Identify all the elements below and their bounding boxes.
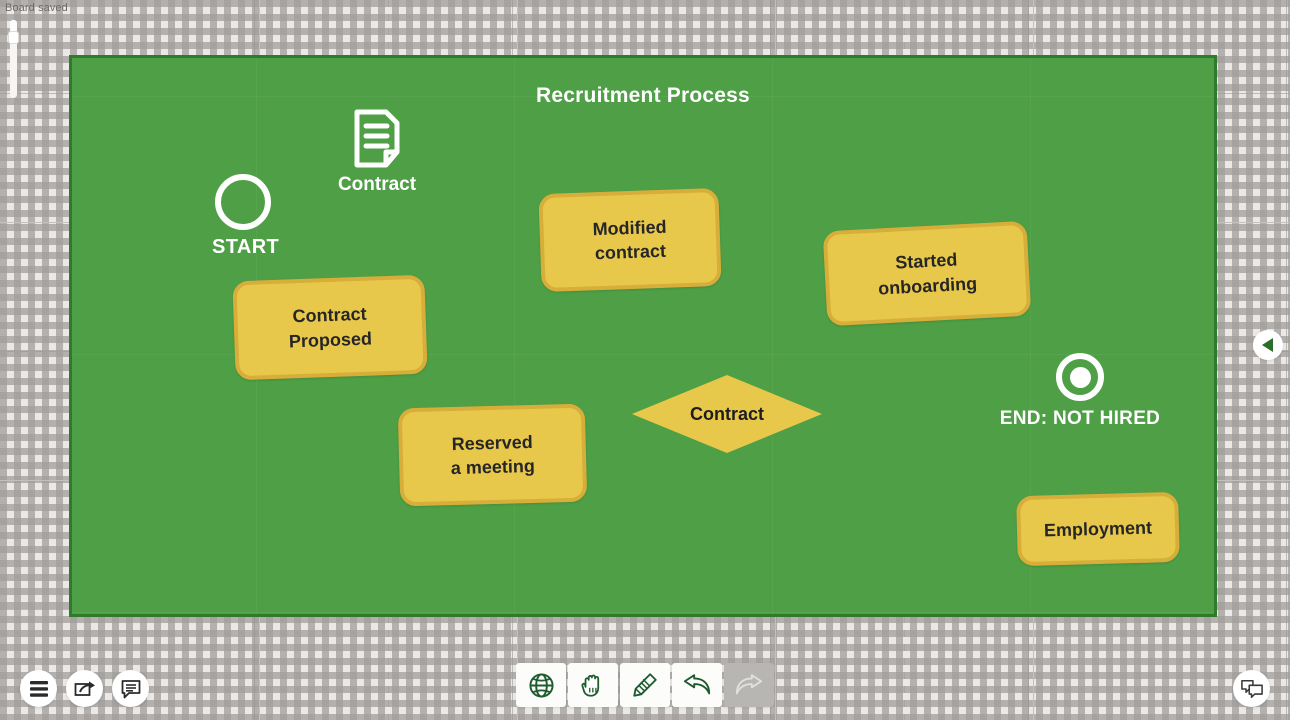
node-started-onboarding-label-line2: onboarding — [877, 272, 978, 299]
zoom-slider-handle[interactable] — [8, 31, 19, 44]
share-icon — [74, 680, 95, 696]
undo-button[interactable] — [672, 663, 722, 707]
triangle-left-icon — [1262, 338, 1273, 352]
node-contract-document[interactable]: Contract — [297, 108, 457, 196]
pencil-icon — [633, 673, 657, 697]
undo-icon — [683, 674, 711, 695]
notes-button[interactable] — [112, 670, 149, 707]
notes-icon — [121, 679, 140, 698]
diagram-frame[interactable]: Recruitment Process START Contract Contr… — [69, 55, 1217, 617]
toolbar-left — [20, 670, 149, 707]
start-event-icon — [215, 174, 271, 230]
whiteboard-app: Board saved Recruitment Process START Co… — [0, 0, 1290, 720]
node-decision-contract[interactable]: Contract — [628, 371, 826, 457]
share-button[interactable] — [66, 670, 103, 707]
node-started-onboarding[interactable]: Started onboarding — [822, 220, 1032, 327]
node-contract-proposed[interactable]: Contract Proposed — [232, 274, 428, 381]
page-title: Recruitment Process — [536, 84, 750, 107]
node-end-not-hired[interactable]: END: NOT HIRED — [980, 353, 1180, 430]
collapse-panel-tab[interactable] — [1253, 330, 1283, 360]
toolbar-right — [1233, 670, 1270, 707]
menu-icon — [29, 680, 48, 697]
end-event-icon — [1056, 353, 1104, 401]
node-start-label: START — [212, 236, 280, 258]
node-reserved-meeting-label-line2: a meeting — [450, 455, 536, 479]
hand-icon — [581, 674, 600, 697]
zoom-slider[interactable] — [8, 20, 19, 98]
node-modified-contract[interactable]: Modified contract — [538, 187, 722, 293]
draw-tool-button[interactable] — [620, 663, 670, 707]
document-icon — [354, 109, 400, 168]
node-employment[interactable]: Employment — [1016, 491, 1180, 567]
node-employment-label: Employment — [1043, 517, 1153, 541]
node-contract-proposed-label-line2: Proposed — [288, 328, 373, 351]
board-saved-status: Board saved — [5, 2, 68, 14]
node-end-not-hired-label: END: NOT HIRED — [999, 408, 1161, 429]
node-reserved-meeting[interactable]: Reserved a meeting — [397, 403, 588, 507]
chat-button[interactable] — [1233, 670, 1270, 707]
end-event-inner-dot — [1069, 366, 1091, 388]
globe-tool-button[interactable] — [516, 663, 566, 707]
node-reserved-meeting-label-line1: Reserved — [451, 431, 533, 454]
redo-button[interactable] — [724, 663, 774, 707]
toolbar-center — [516, 663, 774, 707]
node-start[interactable]: START — [212, 174, 280, 259]
node-contract-proposed-label-line1: Contract — [292, 303, 367, 327]
menu-button[interactable] — [20, 670, 57, 707]
zoom-slider-cap — [10, 20, 17, 31]
globe-icon — [528, 672, 554, 698]
pan-tool-button[interactable] — [568, 663, 618, 707]
chat-bubbles-icon — [1240, 679, 1263, 698]
redo-icon — [735, 674, 763, 695]
node-modified-contract-label-line2: contract — [594, 240, 667, 264]
node-contract-document-label: Contract — [337, 174, 417, 195]
node-modified-contract-label-line1: Modified — [592, 216, 667, 239]
node-decision-contract-label: Contract — [689, 403, 764, 424]
